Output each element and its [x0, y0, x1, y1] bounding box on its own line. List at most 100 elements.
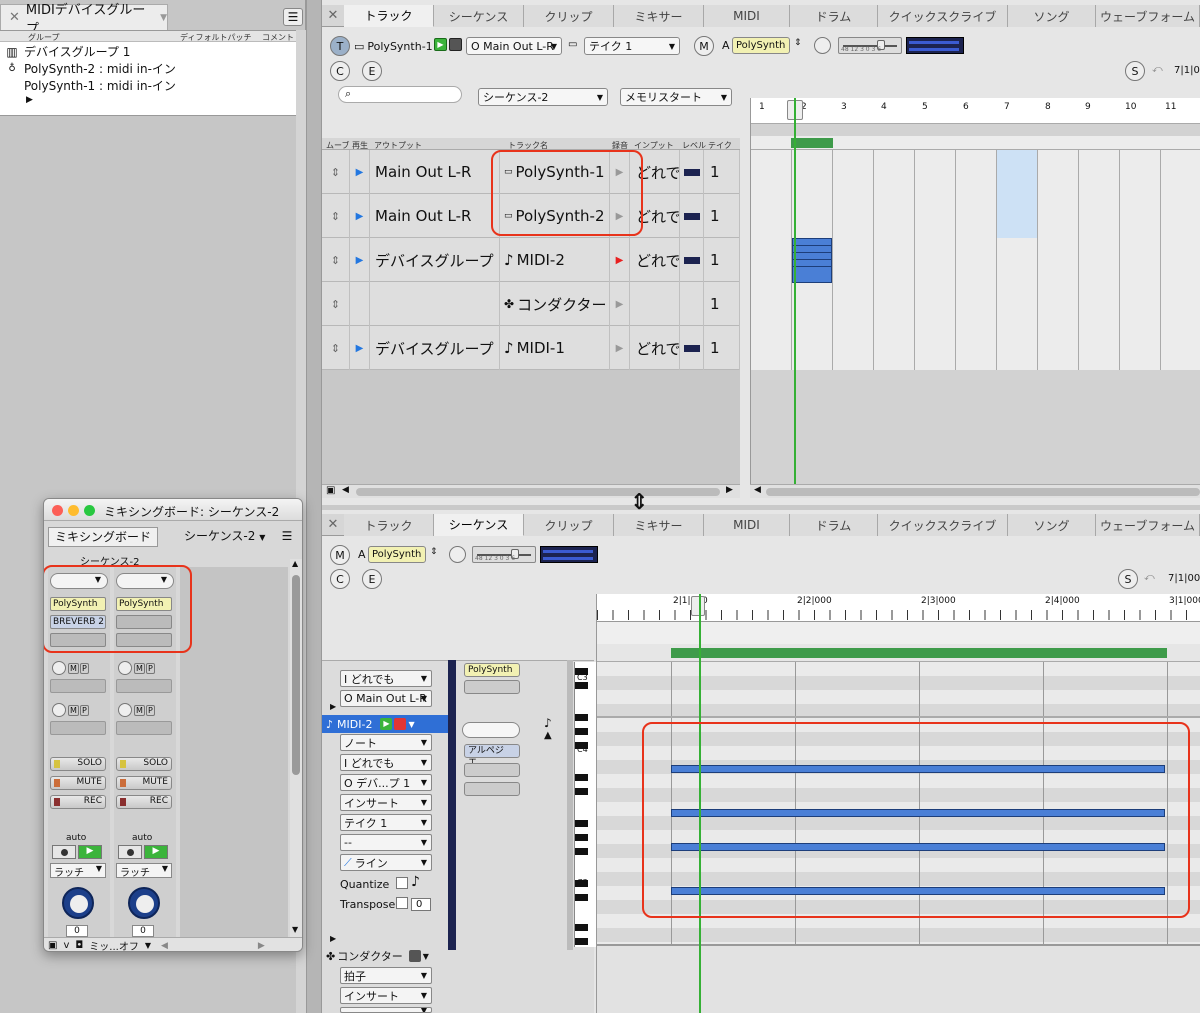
- pan-value[interactable]: 0: [66, 925, 88, 937]
- return-icon[interactable]: ⤺: [1144, 572, 1155, 583]
- menu-button[interactable]: ☰: [278, 529, 296, 545]
- play-icon[interactable]: ▶: [350, 150, 370, 194]
- list-item[interactable]: PolySynth-1 : midi in-イン: [0, 77, 296, 94]
- loop-bar[interactable]: [751, 136, 1200, 150]
- tab-clip[interactable]: クリップ: [524, 514, 614, 536]
- pan-knob[interactable]: [128, 887, 160, 919]
- solo-button[interactable]: SOLO: [116, 757, 172, 771]
- track-take[interactable]: 1: [704, 150, 740, 194]
- pre-send-icon[interactable]: P: [80, 705, 89, 716]
- chevron-down-icon[interactable]: ▼: [160, 13, 167, 23]
- send-slot[interactable]: [50, 679, 106, 693]
- send-slot[interactable]: [116, 721, 172, 735]
- layout-icon[interactable]: ▣: [326, 485, 335, 496]
- output-select[interactable]: O Main Out L-R: [340, 690, 432, 707]
- record-icon[interactable]: ▶: [610, 282, 630, 326]
- sequence-select[interactable]: シーケンス-2 ▼: [172, 527, 272, 547]
- input-select[interactable]: I どれでも: [340, 670, 432, 687]
- record-icon[interactable]: ▶: [610, 326, 630, 370]
- play-icon[interactable]: ▶: [350, 326, 370, 370]
- pan-value[interactable]: 0: [132, 925, 154, 937]
- horizontal-scrollbar[interactable]: ▣ ◀ ▶: [322, 484, 740, 498]
- auto-play-button[interactable]: ▶: [144, 845, 168, 859]
- meter-select[interactable]: 拍子: [340, 967, 432, 984]
- tab-clip[interactable]: クリップ: [524, 5, 614, 27]
- pre-send-icon[interactable]: P: [146, 705, 155, 716]
- chevron-down-icon[interactable]: ▼: [423, 952, 429, 961]
- rec-button[interactable]: REC: [50, 795, 106, 809]
- solo-button[interactable]: SOLO: [50, 757, 106, 771]
- mute-send-icon[interactable]: M: [68, 705, 79, 716]
- output-select[interactable]: O Main Out L-R: [466, 37, 562, 55]
- close-icon[interactable]: ✕: [322, 5, 344, 26]
- snapshot-label[interactable]: ミッ...オフ: [89, 938, 139, 951]
- track-take[interactable]: 1: [704, 194, 740, 238]
- pan-knob[interactable]: [62, 887, 94, 919]
- send-knob[interactable]: [118, 661, 132, 675]
- track-output[interactable]: デバイスグループ 1: [370, 238, 500, 282]
- up-arrow-icon[interactable]: ▲: [544, 730, 552, 741]
- stepper-icon[interactable]: ⇕: [430, 547, 438, 557]
- mute-send-icon[interactable]: M: [134, 663, 145, 674]
- track-name[interactable]: ♪ MIDI-1: [500, 326, 610, 370]
- track-input[interactable]: どれで: [630, 238, 680, 282]
- zoom-window-button[interactable]: [84, 505, 95, 516]
- tab-drum[interactable]: ドラム: [790, 5, 878, 27]
- note-value-icon[interactable]: ♪: [411, 874, 420, 890]
- tab-song[interactable]: ソング: [1008, 514, 1096, 536]
- close-icon[interactable]: ✕: [322, 514, 344, 535]
- insert-select[interactable]: インサート: [340, 794, 432, 811]
- sequence-select[interactable]: シーケンス-2: [478, 88, 608, 106]
- instrument-slot[interactable]: PolySynth: [368, 546, 426, 563]
- expand-icon[interactable]: ▶: [330, 702, 336, 711]
- search-input[interactable]: ⌕: [338, 86, 462, 103]
- e-button[interactable]: E: [362, 61, 382, 81]
- mute-button[interactable]: M: [694, 36, 714, 56]
- tab-waveform[interactable]: ウェーブフォーム: [1096, 5, 1200, 27]
- conductor-row[interactable]: ✤ コンダクター ▼: [322, 948, 448, 964]
- instrument-slot[interactable]: PolySynth: [732, 37, 790, 54]
- play-enable-icon[interactable]: ▶: [380, 718, 393, 730]
- scroll-right-icon[interactable]: ▶: [258, 941, 265, 951]
- track-row[interactable]: ⇕ ▶ デバイスグループ 1 ♪ MIDI-1 ▶ どれで 1: [322, 326, 740, 370]
- note-select[interactable]: ノート: [340, 734, 432, 751]
- tab-mixer[interactable]: ミキサー: [614, 5, 704, 27]
- insert-slot[interactable]: [464, 680, 520, 694]
- tab-track[interactable]: トラック: [344, 514, 434, 536]
- tab-quickscribe[interactable]: クイックスクライブ: [878, 514, 1008, 536]
- rec-button[interactable]: REC: [116, 795, 172, 809]
- line-select[interactable]: ⟋ ライン: [340, 854, 432, 871]
- insert-slot[interactable]: [464, 782, 520, 796]
- track-take[interactable]: 1: [704, 238, 740, 282]
- send-knob[interactable]: [52, 661, 66, 675]
- mute-button[interactable]: MUTE: [116, 776, 172, 790]
- send-knob[interactable]: [52, 703, 66, 717]
- send-knob[interactable]: [118, 703, 132, 717]
- track-take[interactable]: 1: [704, 326, 740, 370]
- arp-slot[interactable]: アルペジエ...: [464, 744, 520, 768]
- send-slot[interactable]: [50, 721, 106, 735]
- return-icon[interactable]: ⤺: [1152, 64, 1163, 75]
- track-name[interactable]: ✤ コンダクター: [500, 282, 610, 326]
- selection-region[interactable]: [997, 150, 1037, 238]
- c-button[interactable]: C: [330, 61, 350, 81]
- move-handle-icon[interactable]: ⇕: [322, 194, 350, 238]
- stepper-icon[interactable]: ⇕: [794, 38, 802, 48]
- move-handle-icon[interactable]: ⇕: [322, 282, 350, 326]
- quantize-checkbox[interactable]: [396, 877, 408, 889]
- mute-button[interactable]: M: [330, 545, 350, 565]
- play-icon[interactable]: ▶: [350, 238, 370, 282]
- arp-select[interactable]: [462, 722, 520, 738]
- volume-fader[interactable]: 48 12 3 0 3 6: [838, 37, 902, 54]
- e-button[interactable]: E: [362, 569, 382, 589]
- track-output[interactable]: デバイスグループ 1: [370, 326, 500, 370]
- mute-send-icon[interactable]: M: [68, 663, 79, 674]
- play-enable-button[interactable]: ▶: [434, 38, 447, 51]
- scroll-left-icon[interactable]: ◀: [161, 941, 168, 951]
- record-armed-icon[interactable]: ▶: [610, 238, 630, 282]
- panel-divider[interactable]: [306, 0, 322, 1013]
- move-handle-icon[interactable]: ⇕: [322, 150, 350, 194]
- auto-read-button[interactable]: [52, 845, 76, 859]
- instrument-slot[interactable]: PolySynth: [464, 663, 520, 677]
- view-icon[interactable]: v: [63, 940, 69, 951]
